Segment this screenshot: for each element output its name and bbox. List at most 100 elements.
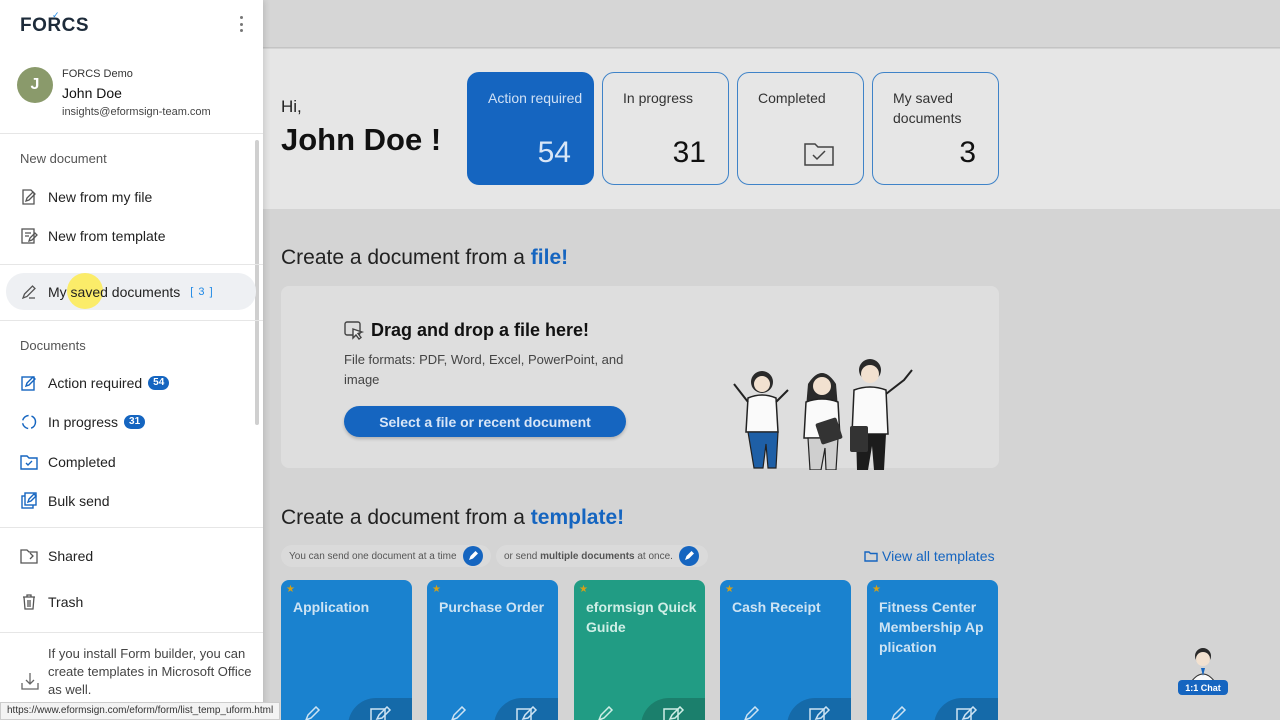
sidebar-item-my-saved-documents[interactable]: My saved documents [ 3 ] xyxy=(20,279,252,305)
stat-label: In progress xyxy=(623,90,694,106)
app-logo[interactable]: FORCS ✓ xyxy=(20,10,89,37)
bulk-send-icon xyxy=(20,492,38,510)
edit-icon[interactable] xyxy=(449,706,469,720)
status-bar-url: https://www.eformsign.com/eform/form/lis… xyxy=(0,702,281,720)
nav-label: New from my file xyxy=(48,189,153,205)
sidebar-scrollbar[interactable] xyxy=(255,140,259,425)
heading-highlight: template! xyxy=(530,506,625,529)
sidebar-item-bulk-send[interactable]: Bulk send xyxy=(20,488,252,514)
template-card[interactable]: ★ Fitness Center Membership Ap plication xyxy=(867,580,998,720)
pill-text: You can send one document at a time xyxy=(289,550,457,562)
template-edit-icon xyxy=(20,227,38,245)
drop-title: Drag and drop a file here! xyxy=(371,320,590,340)
chat-widget[interactable]: 1:1 Chat xyxy=(1178,646,1228,698)
shared-folder-icon xyxy=(20,547,38,565)
send-multiple-pill[interactable]: or send multiple documents at once. xyxy=(496,545,708,567)
logo-check-icon: ✓ xyxy=(52,10,61,20)
template-card[interactable]: ★ Purchase Order xyxy=(427,580,558,720)
hero-user-name: John Doe ! xyxy=(281,122,442,157)
view-all-label: View all templates xyxy=(882,548,995,564)
count-badge: 54 xyxy=(148,376,170,390)
nav-label: Action required xyxy=(48,375,143,391)
stat-card-my-saved-documents[interactable]: My saved documents 3 xyxy=(872,72,999,185)
avatar[interactable]: J xyxy=(17,67,53,103)
bulk-edit-icon[interactable] xyxy=(515,706,539,720)
profile-panel: J FORCS Demo John Doe insights@eformsign… xyxy=(0,60,263,134)
nav-label: New from template xyxy=(48,228,166,244)
template-name: eformsign Quick Guide xyxy=(586,599,697,635)
sidebar: FORCS ✓ J FORCS Demo John Doe insights@e… xyxy=(0,0,263,720)
template-card[interactable]: ★ Cash Receipt xyxy=(720,580,851,720)
divider xyxy=(0,320,263,321)
stat-label: My saved documents xyxy=(893,90,962,126)
bulk-edit-icon[interactable] xyxy=(369,706,393,720)
promo-text: If you install Form builder, you can cre… xyxy=(48,646,252,697)
template-card[interactable]: ★ eformsign Quick Guide xyxy=(574,580,705,720)
top-bar xyxy=(263,0,1280,48)
count-badge: 31 xyxy=(124,415,146,429)
sidebar-item-action-required[interactable]: Action required 54 xyxy=(20,370,252,396)
template-name: Purchase Order xyxy=(439,599,545,615)
completed-folder-icon xyxy=(20,453,38,471)
nav-label: In progress xyxy=(48,414,119,430)
star-icon: ★ xyxy=(872,584,881,595)
sidebar-item-trash[interactable]: Trash xyxy=(20,589,252,615)
select-file-button[interactable]: Select a file or recent document xyxy=(344,406,626,437)
sidebar-item-completed[interactable]: Completed xyxy=(20,449,252,475)
send-one-pill[interactable]: You can send one document at a time xyxy=(281,545,491,567)
trash-icon xyxy=(20,593,38,611)
nav-label: Trash xyxy=(48,594,84,610)
star-icon: ★ xyxy=(579,584,588,595)
bulk-edit-icon[interactable] xyxy=(662,706,686,720)
file-edit-icon xyxy=(20,188,38,206)
heading-prefix: Create a document from a xyxy=(281,246,525,269)
stat-card-in-progress[interactable]: In progress 31 xyxy=(602,72,729,185)
pencil-icon xyxy=(20,283,38,301)
template-section-heading: Create a document from a template! xyxy=(281,506,624,530)
team-illustration xyxy=(733,359,913,470)
chat-label: 1:1 Chat xyxy=(1178,680,1228,695)
divider xyxy=(0,527,263,528)
edit-icon[interactable] xyxy=(596,706,616,720)
star-icon: ★ xyxy=(725,584,734,595)
pill-text-prefix: or send xyxy=(504,550,538,562)
view-all-templates-link[interactable]: View all templates xyxy=(864,548,995,564)
file-section-heading: Create a document from a file! xyxy=(281,246,568,270)
more-options-icon[interactable] xyxy=(236,14,246,34)
drag-file-icon xyxy=(344,321,365,340)
edit-icon[interactable] xyxy=(889,706,909,720)
nav-label: Shared xyxy=(48,548,94,564)
stat-label: Action required xyxy=(488,90,583,106)
action-required-icon xyxy=(20,374,38,392)
edit-icon[interactable] xyxy=(303,706,323,720)
user-name: John Doe xyxy=(62,85,122,101)
sidebar-item-new-from-template[interactable]: New from template xyxy=(20,223,252,249)
template-name: Fitness Center Membership Ap plication xyxy=(879,599,984,655)
nav-label: Bulk send xyxy=(48,493,110,509)
stat-card-action-required[interactable]: Action required 54 xyxy=(467,72,594,185)
bulk-edit-icon[interactable] xyxy=(955,706,979,720)
download-icon xyxy=(21,673,39,690)
folder-check-icon xyxy=(804,143,834,166)
nav-label: Completed xyxy=(48,454,116,470)
edit-icon[interactable] xyxy=(742,706,762,720)
chat-agent-avatar-icon xyxy=(1190,648,1216,682)
section-label-documents: Documents xyxy=(20,338,86,353)
pill-text-suffix: at once. xyxy=(637,550,673,562)
sidebar-item-new-from-my-file[interactable]: New from my file xyxy=(20,184,252,210)
sidebar-item-in-progress[interactable]: In progress 31 xyxy=(20,409,252,435)
template-name: Cash Receipt xyxy=(732,599,821,615)
bulk-edit-icon[interactable] xyxy=(808,706,832,720)
stat-card-completed[interactable]: Completed xyxy=(737,72,864,185)
folder-icon xyxy=(864,551,878,562)
sidebar-item-shared[interactable]: Shared xyxy=(20,543,252,569)
saved-count: [ 3 ] xyxy=(190,286,214,298)
star-icon: ★ xyxy=(286,584,295,595)
star-icon: ★ xyxy=(432,584,441,595)
section-label-new-document: New document xyxy=(20,151,107,166)
template-card[interactable]: ★ Application xyxy=(281,580,412,720)
stat-value: 31 xyxy=(672,136,706,169)
stat-value: 3 xyxy=(959,136,976,169)
nav-label: My saved documents xyxy=(48,284,181,300)
user-email: insights@eformsign-team.com xyxy=(62,106,211,118)
